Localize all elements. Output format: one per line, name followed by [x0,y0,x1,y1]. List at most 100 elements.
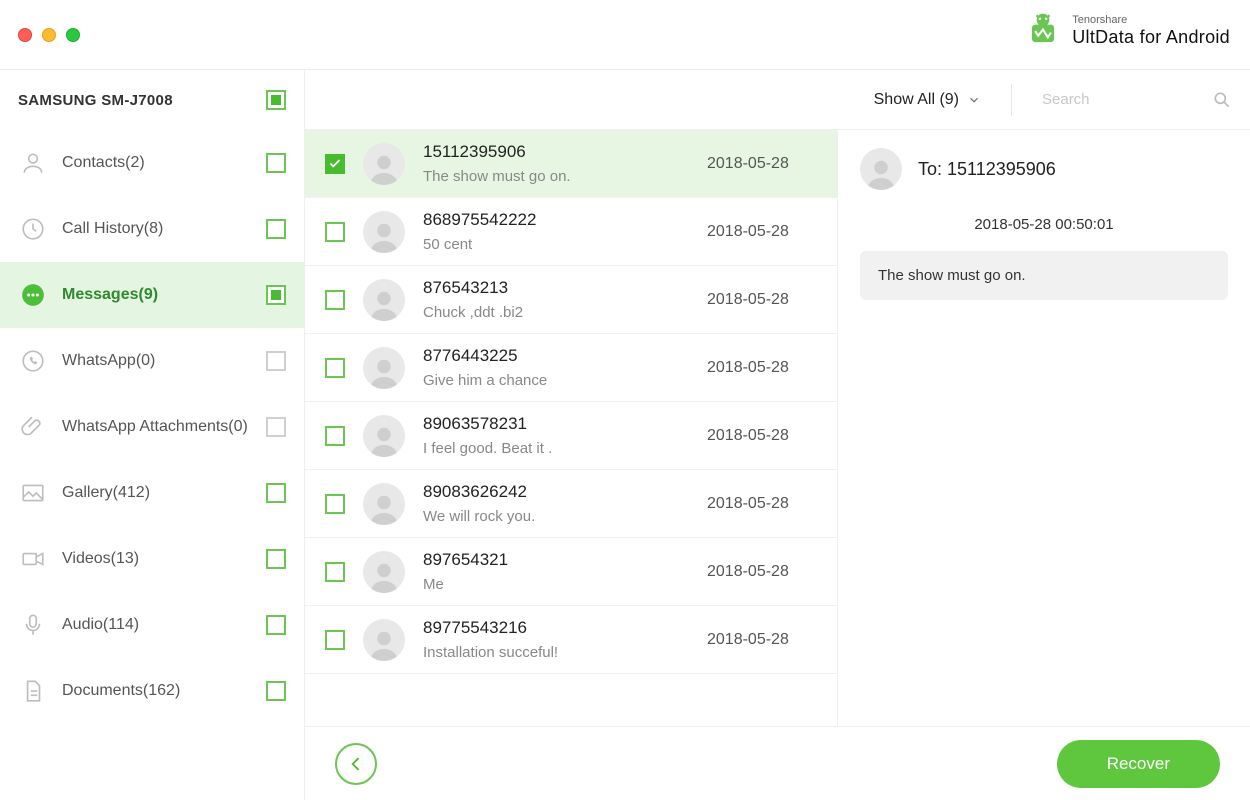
avatar [860,148,902,190]
sidebar-item-whatsapp[interactable]: WhatsApp(0) [0,328,304,394]
sidebar-checkbox[interactable] [266,285,286,305]
message-date: 2018-05-28 [707,291,817,309]
contacts-icon [18,148,48,178]
image-icon [18,478,48,508]
clock-icon [18,214,48,244]
list-toolbar: Show All (9) [305,70,1250,130]
sidebar-item-label: Contacts(2) [62,154,145,172]
avatar [363,483,405,525]
detail-to: To: 15112395906 [918,159,1056,180]
message-row[interactable]: 15112395906 The show must go on. 2018-05-2… [305,130,837,198]
sidebar-checkbox[interactable] [266,417,286,437]
sidebar-item-label: Videos(13) [62,550,139,568]
message-date: 2018-05-28 [707,155,817,173]
sidebar: SAMSUNG SM-J7008 Contacts(2) Call History… [0,70,305,800]
detail-date: 2018-05-28 00:50:01 [860,216,1228,233]
sidebar-item-messages[interactable]: Messages(9) [0,262,304,328]
message-preview: The show must go on. [423,168,683,185]
search-input[interactable] [1042,91,1182,108]
message-number: 897654321 [423,550,689,570]
recover-button[interactable]: Recover [1057,740,1220,788]
android-logo-icon [1024,12,1062,50]
brand: Tenorshare UltData for Android [1024,12,1230,50]
filter-label: Show All (9) [874,91,959,109]
brand-subtitle: Tenorshare [1072,14,1230,27]
message-row[interactable]: 89083626242We will rock you.2018-05-28 [305,470,837,538]
sidebar-checkbox[interactable] [266,549,286,569]
message-checkbox[interactable] [325,630,345,650]
message-preview: Installation succeful! [423,644,683,661]
sidebar-checkbox[interactable] [266,483,286,503]
chevron-down-icon [967,93,981,107]
message-number: 15112395906 [423,142,689,162]
select-all-checkbox[interactable] [266,90,286,110]
message-row[interactable]: 89063578231 I feel good. Beat it . 2018-05… [305,402,837,470]
sidebar-checkbox[interactable] [266,615,286,635]
sidebar-item-waattach[interactable]: WhatsApp Attachments(0) [0,394,304,460]
message-row[interactable]: 8776443225 Give him a chance 2018-05-28 [305,334,837,402]
sidebar-item-callhist[interactable]: Call History(8) [0,196,304,262]
message-preview: 50 cent [423,236,683,253]
sidebar-checkbox[interactable] [266,219,286,239]
message-preview: I feel good. Beat it . [423,440,683,457]
message-preview: Give him a chance [423,372,683,389]
search-icon [1212,90,1232,110]
message-date: 2018-05-28 [707,223,817,241]
message-checkbox[interactable] [325,426,345,446]
sidebar-checkbox[interactable] [266,351,286,371]
message-number: 868975542222 [423,210,689,230]
message-number: 89775543216 [423,618,689,638]
message-date: 2018-05-28 [707,359,817,377]
avatar [363,619,405,661]
message-checkbox[interactable] [325,154,345,174]
sidebar-item-label: Call History(8) [62,220,163,238]
sidebar-item-gallery[interactable]: Gallery(412) [0,460,304,526]
message-date: 2018-05-28 [707,427,817,445]
device-row: SAMSUNG SM-J7008 [0,70,304,130]
sidebar-item-label: Documents(162) [62,682,180,700]
sidebar-checkbox[interactable] [266,681,286,701]
filter-dropdown[interactable]: Show All (9) [874,91,981,109]
message-list[interactable]: 15112395906 The show must go on. 2018-05-2… [305,130,838,726]
sidebar-checkbox[interactable] [266,153,286,173]
message-checkbox[interactable] [325,562,345,582]
back-button[interactable] [335,743,377,785]
messages-icon [18,280,48,310]
titlebar: Tenorshare UltData for Android [0,0,1250,70]
sidebar-item-contacts[interactable]: Contacts(2) [0,130,304,196]
video-icon [18,544,48,574]
window-controls [18,28,80,42]
message-number: 89063578231 [423,414,689,434]
footer: Recover [305,726,1250,800]
search-box[interactable] [1042,90,1232,110]
sidebar-item-documents[interactable]: Documents(162) [0,658,304,724]
sidebar-item-label: WhatsApp Attachments(0) [62,418,248,436]
maximize-icon[interactable] [66,28,80,42]
sidebar-item-videos[interactable]: Videos(13) [0,526,304,592]
message-preview: We will rock you. [423,508,683,525]
message-detail: To: 15112395906 2018-05-28 00:50:01 The … [838,130,1250,726]
message-number: 876543213 [423,278,689,298]
avatar [363,415,405,457]
message-number: 8776443225 [423,346,689,366]
sidebar-item-label: WhatsApp(0) [62,352,155,370]
message-checkbox[interactable] [325,222,345,242]
message-checkbox[interactable] [325,494,345,514]
message-date: 2018-05-28 [707,631,817,649]
message-checkbox[interactable] [325,358,345,378]
sidebar-item-label: Audio(114) [62,616,139,634]
whatsapp-icon [18,346,48,376]
mic-icon [18,610,48,640]
avatar [363,347,405,389]
paperclip-icon [18,412,48,442]
close-icon[interactable] [18,28,32,42]
message-row[interactable]: 868975542222 50 cent 2018-05-28 [305,198,837,266]
message-row[interactable]: 897654321Me2018-05-28 [305,538,837,606]
minimize-icon[interactable] [42,28,56,42]
message-row[interactable]: 89775543216 Installation succeful! 2018-05… [305,606,837,674]
avatar [363,279,405,321]
message-row[interactable]: 876543213Chuck ,ddt .bi22018-05-28 [305,266,837,334]
message-checkbox[interactable] [325,290,345,310]
sidebar-item-audio[interactable]: Audio(114) [0,592,304,658]
message-date: 2018-05-28 [707,563,817,581]
